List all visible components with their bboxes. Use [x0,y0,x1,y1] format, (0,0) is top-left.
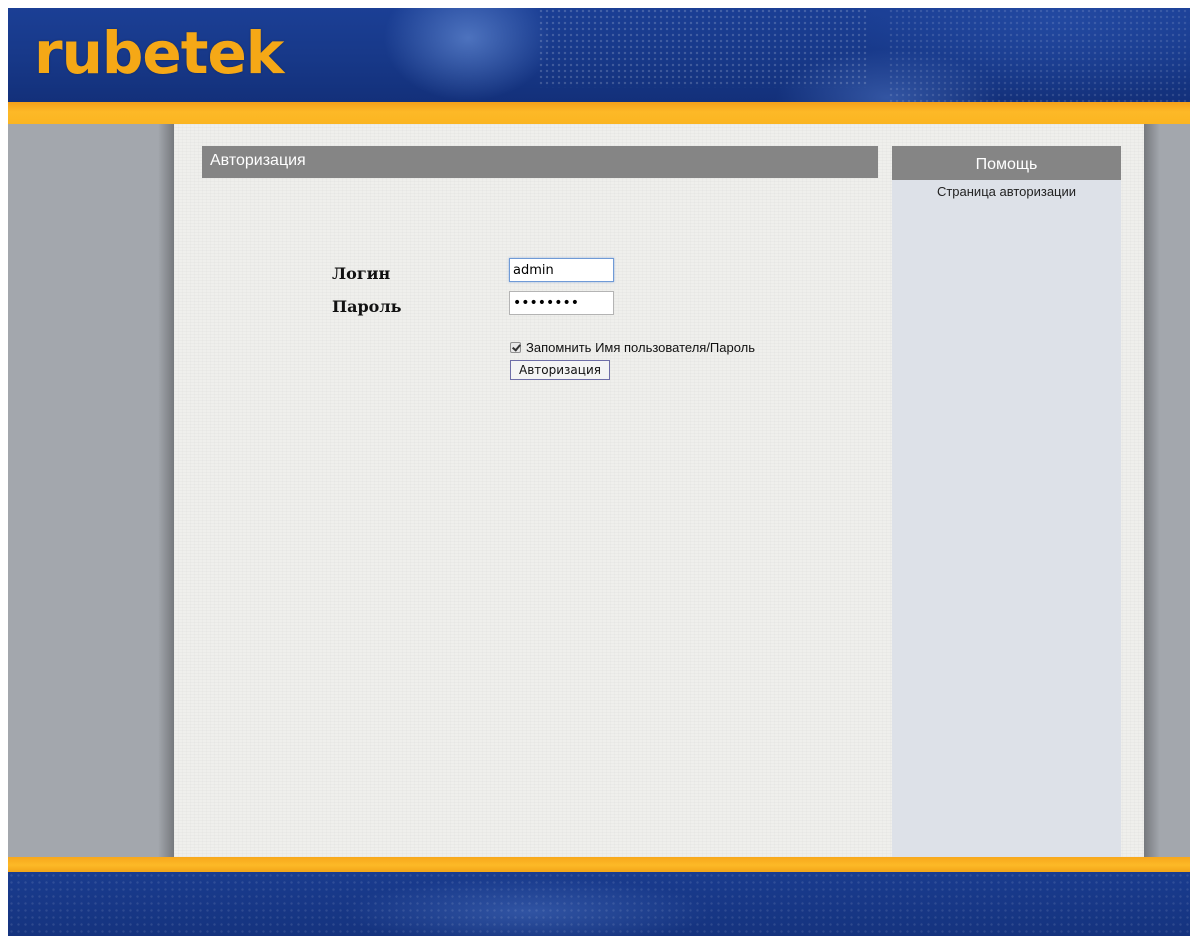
brand-logo: rubetek [34,19,284,87]
login-label: Логин [332,264,391,283]
header-stripe [8,102,1190,124]
help-title: Помощь [892,146,1121,180]
footer-pattern [8,872,1190,936]
remember-me[interactable]: Запомнить Имя пользователя/Пароль [510,338,755,356]
password-label: Пароль [332,297,402,316]
help-text: Страница авторизации [936,184,1077,199]
login-input[interactable] [509,258,614,282]
password-input[interactable] [509,291,614,315]
remember-checkbox[interactable] [510,341,521,353]
footer-banner [8,872,1190,936]
footer-stripe [8,857,1190,872]
header-pattern-right [888,8,1190,102]
main-content: Авторизация Логин Пароль Запомнить Имя п… [174,124,1144,857]
login-button[interactable]: Авторизация [510,360,610,380]
section-title: Авторизация [202,146,878,178]
remember-label: Запомнить Имя пользователя/Пароль [526,339,756,355]
help-panel: Помощь Страница авторизации [892,146,1121,857]
page-frame: rubetek Авторизация Логин Пароль Запомни… [8,8,1190,936]
content-shadow-left [158,124,174,857]
header-pattern [538,8,868,88]
content-shadow-right [1144,124,1160,857]
header-banner: rubetek [8,8,1190,102]
